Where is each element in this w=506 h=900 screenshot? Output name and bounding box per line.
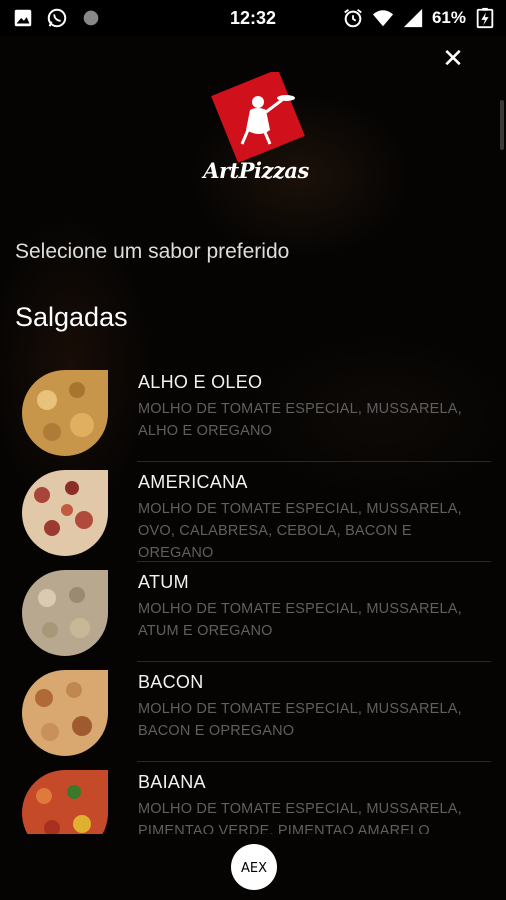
- list-item[interactable]: ALHO E OLEO MOLHO DE TOMATE ESPECIAL, MU…: [0, 362, 506, 462]
- pizza-thumbnail: [22, 670, 108, 756]
- list-item[interactable]: BACON MOLHO DE TOMATE ESPECIAL, MUSSAREL…: [0, 662, 506, 762]
- wifi-icon: [372, 10, 394, 27]
- close-icon: ✕: [442, 44, 464, 74]
- pizza-thumbnail: [22, 570, 108, 656]
- battery-icon: [476, 7, 494, 29]
- item-name: BAIANA: [138, 772, 206, 792]
- item-name: ATUM: [138, 572, 189, 592]
- list-item[interactable]: BAIANA MOLHO DE TOMATE ESPECIAL, MUSSARE…: [0, 762, 506, 834]
- battery-percent: 61%: [431, 8, 466, 27]
- list-item[interactable]: AMERICANA MOLHO DE TOMATE ESPECIAL, MUSS…: [0, 462, 506, 562]
- item-description: MOLHO DE TOMATE ESPECIAL, MUSSARELA, OVO…: [138, 501, 462, 561]
- item-name: BACON: [138, 672, 204, 692]
- item-name: AMERICANA: [138, 472, 248, 492]
- item-name: ALHO E OLEO: [138, 372, 263, 392]
- brand-name: ArtPizzas: [203, 158, 309, 183]
- item-description: MOLHO DE TOMATE ESPECIAL, MUSSARELA, BAC…: [138, 701, 462, 739]
- item-description: MOLHO DE TOMATE ESPECIAL, MUSSARELA, ATU…: [138, 601, 462, 639]
- item-description: MOLHO DE TOMATE ESPECIAL, MUSSARELA, PIM…: [138, 801, 462, 834]
- signal-icon: [403, 8, 423, 28]
- list-item[interactable]: ATUM MOLHO DE TOMATE ESPECIAL, MUSSARELA…: [0, 562, 506, 662]
- status-bar: 12:32 61%: [0, 0, 506, 36]
- flavor-list[interactable]: ALHO E OLEO MOLHO DE TOMATE ESPECIAL, MU…: [0, 362, 506, 834]
- aex-logo-text: AEX: [241, 861, 267, 876]
- aex-logo-icon: AEX: [231, 844, 277, 890]
- pizza-thumbnail: [22, 370, 108, 456]
- section-title: Salgadas: [15, 302, 128, 332]
- item-description: MOLHO DE TOMATE ESPECIAL, MUSSARELA, ALH…: [138, 401, 462, 439]
- page-subtitle: Selecione um sabor preferido: [15, 240, 290, 263]
- close-button[interactable]: ✕: [440, 46, 466, 72]
- scrollbar[interactable]: [500, 100, 504, 150]
- pizza-thumbnail: [22, 470, 108, 556]
- pizza-thumbnail: [22, 770, 108, 834]
- alarm-icon: [344, 9, 362, 28]
